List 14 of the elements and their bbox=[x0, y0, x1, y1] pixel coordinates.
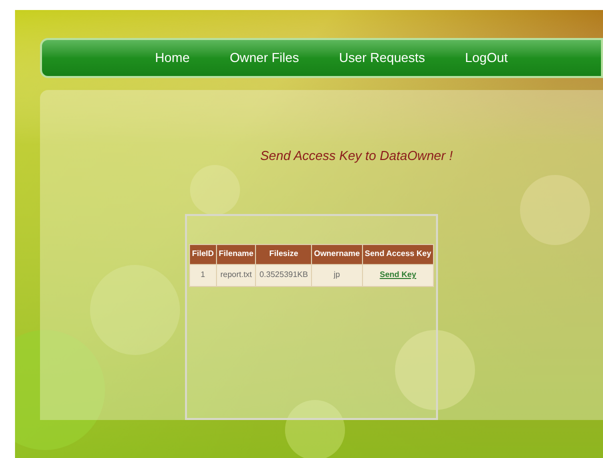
table-cell: jp bbox=[311, 264, 362, 286]
column-header: FileID bbox=[190, 244, 216, 264]
column-header: Filename bbox=[216, 244, 256, 264]
table-cell: report.txt bbox=[216, 264, 256, 286]
column-header: Ownername bbox=[311, 244, 362, 264]
nav-link[interactable]: User Requests bbox=[334, 48, 430, 68]
nav-link[interactable]: Owner Files bbox=[224, 48, 304, 68]
table-cell: 0.3525391KB bbox=[256, 264, 312, 286]
nav-link[interactable]: LogOut bbox=[460, 48, 513, 68]
page-heading: Send Access Key to DataOwner ! bbox=[260, 147, 453, 165]
table-cell: 1 bbox=[190, 264, 216, 286]
column-header: Send Access Key bbox=[362, 244, 434, 264]
column-header: Filesize bbox=[256, 244, 312, 264]
nav-link[interactable]: Home bbox=[150, 48, 195, 68]
